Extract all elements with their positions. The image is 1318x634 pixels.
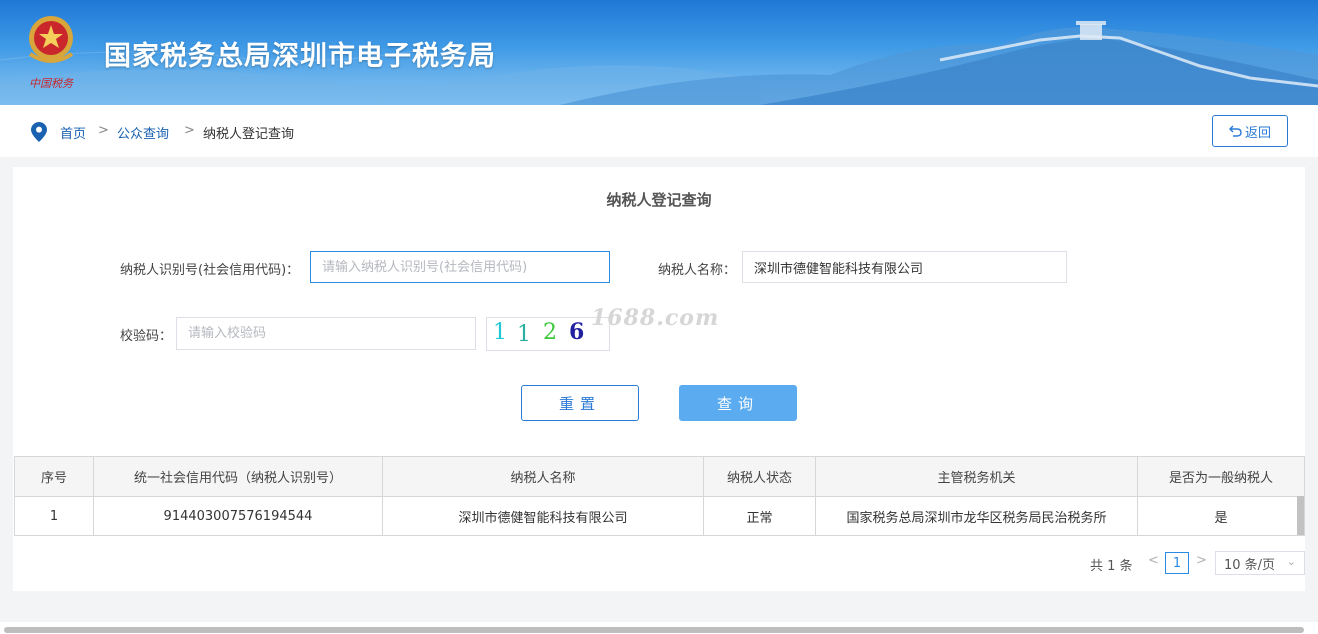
return-arrow-icon bbox=[1228, 125, 1242, 137]
emblem-text: 中国税务 bbox=[29, 77, 74, 90]
captcha-char: 2 bbox=[543, 320, 557, 345]
location-pin-icon bbox=[31, 122, 47, 142]
header-banner: 中国税务 国家税务总局深圳市电子税务局 bbox=[0, 0, 1318, 105]
cell-status: 正常 bbox=[703, 496, 816, 536]
taxpayer-name-label: 纳税人名称： bbox=[658, 263, 737, 278]
back-button-label: 返回 bbox=[1244, 125, 1271, 141]
prev-page-button[interactable]: < bbox=[1148, 553, 1159, 568]
breadcrumb-current: 纳税人登记查询 bbox=[203, 127, 295, 142]
site-title: 国家税务总局深圳市电子税务局 bbox=[104, 41, 496, 72]
pagination-total: 共 1 条 bbox=[1090, 559, 1133, 574]
captcha-char: 6 bbox=[569, 319, 585, 345]
page-title: 纳税人登记查询 bbox=[606, 191, 712, 209]
breadcrumb-home-link[interactable]: 首页 bbox=[60, 123, 86, 142]
captcha-char: 1 bbox=[517, 322, 531, 347]
search-button[interactable]: 查询 bbox=[679, 385, 797, 421]
chevron-down-icon: ⌄ bbox=[1286, 555, 1296, 568]
horizontal-scrollbar[interactable] bbox=[4, 627, 1304, 633]
column-header-status: 纳税人状态 bbox=[703, 456, 816, 497]
breadcrumb-public-query-link[interactable]: 公众查询 bbox=[117, 123, 169, 142]
cell-credit-code: 914403007576194544 bbox=[93, 496, 383, 536]
taxpayer-id-input[interactable] bbox=[310, 251, 610, 283]
watermark: 1688.com bbox=[591, 305, 720, 331]
breadcrumb-separator: > bbox=[184, 123, 195, 138]
taxpayer-id-label: 纳税人识别号(社会信用代码)： bbox=[120, 263, 300, 278]
column-header-taxpayer-name: 纳税人名称 bbox=[382, 456, 704, 497]
cell-general-taxpayer: 是 bbox=[1137, 496, 1305, 536]
page-size-select[interactable]: 10 条/页 ⌄ bbox=[1215, 551, 1305, 575]
table-vertical-scrollbar[interactable] bbox=[1297, 496, 1304, 535]
table-header-row: 序号 统一社会信用代码（纳税人识别号） 纳税人名称 纳税人状态 主管税务机关 是… bbox=[14, 456, 1305, 497]
column-header-credit-code: 统一社会信用代码（纳税人识别号） bbox=[93, 456, 383, 497]
captcha-input[interactable] bbox=[176, 317, 476, 350]
results-table: 序号 统一社会信用代码（纳税人识别号） 纳税人名称 纳税人状态 主管税务机关 是… bbox=[14, 456, 1305, 536]
column-header-tax-authority: 主管税务机关 bbox=[815, 456, 1138, 497]
cell-index: 1 bbox=[14, 496, 94, 536]
captcha-label: 校验码： bbox=[120, 329, 173, 344]
captcha-char: 1 bbox=[493, 320, 507, 345]
page-number-1[interactable]: 1 bbox=[1165, 552, 1189, 574]
column-header-index: 序号 bbox=[14, 456, 94, 497]
breadcrumb: 首页 > 公众查询 > 纳税人登记查询 返回 bbox=[0, 105, 1318, 157]
next-page-button[interactable]: > bbox=[1196, 553, 1207, 568]
tax-emblem-icon: 中国税务 bbox=[28, 16, 74, 90]
column-header-general-taxpayer: 是否为一般纳税人 bbox=[1137, 456, 1305, 497]
cell-tax-authority: 国家税务总局深圳市龙华区税务局民治税务所 bbox=[815, 496, 1138, 536]
taxpayer-name-input[interactable] bbox=[742, 251, 1067, 283]
reset-button[interactable]: 重置 bbox=[521, 385, 639, 421]
page-size-value: 10 条/页 bbox=[1224, 557, 1276, 573]
back-button[interactable]: 返回 bbox=[1212, 115, 1288, 147]
table-row: 1 914403007576194544 深圳市德健智能科技有限公司 正常 国家… bbox=[14, 496, 1305, 536]
breadcrumb-separator: > bbox=[98, 123, 109, 138]
cell-taxpayer-name: 深圳市德健智能科技有限公司 bbox=[382, 496, 704, 536]
